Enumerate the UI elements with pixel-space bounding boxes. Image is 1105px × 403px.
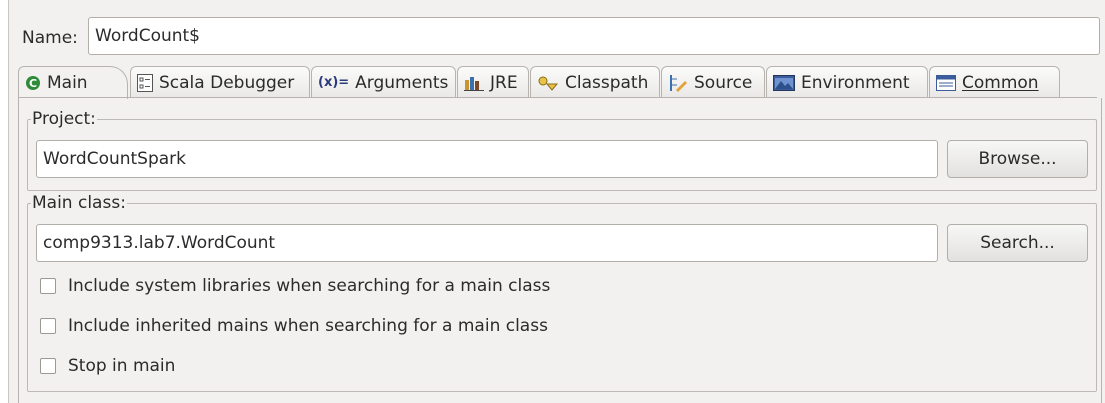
arguments-icon: (x)= [318,75,350,90]
tab-scala-debugger[interactable]: Scala Debugger [130,66,310,98]
tab-main-label: Main [47,73,88,93]
tab-environment[interactable]: Environment [766,66,928,98]
main-class-legend: Main class: [32,193,126,213]
checkbox-box[interactable] [40,358,56,374]
tab-scala-debugger-label: Scala Debugger [159,72,295,93]
name-label: Name: [22,28,78,48]
tab-environment-label: Environment [801,72,910,93]
debugger-icon [137,73,153,92]
tab-common[interactable]: Common [929,66,1060,98]
common-icon [936,74,956,91]
tab-arguments-label: Arguments [355,72,449,93]
project-field[interactable]: WordCountSpark [36,140,938,178]
tab-source-label: Source [694,72,753,93]
tab-source[interactable]: Source [661,66,765,98]
tab-arguments[interactable]: (x)= Arguments [311,66,456,98]
tab-jre-label: JRE [490,72,518,93]
checkbox-label: Include system libraries when searching … [68,276,551,296]
browse-button[interactable]: Browse... [947,140,1088,178]
tab-jre[interactable]: JRE [457,66,529,98]
source-icon [668,74,688,92]
include-system-libraries-checkbox[interactable]: Include system libraries when searching … [40,276,550,296]
stop-in-main-checkbox[interactable]: Stop in main [40,356,175,376]
tab-classpath-label: Classpath [565,72,649,93]
svg-text:C: C [29,77,37,90]
classpath-icon [537,75,559,91]
project-legend: Project: [32,109,96,129]
tab-bar: C Main Scala Debugger (x)= Arguments JRE… [18,66,1105,99]
include-inherited-mains-checkbox[interactable]: Include inherited mains when searching f… [40,316,548,336]
checkbox-box[interactable] [40,318,56,334]
name-field[interactable]: WordCount$ [88,17,1100,55]
main-class-icon: C [25,75,41,91]
tab-main[interactable]: C Main [18,66,128,99]
checkbox-label: Include inherited mains when searching f… [68,316,548,336]
environment-icon [773,74,795,91]
tab-classpath[interactable]: Classpath [530,66,660,98]
jre-icon [464,75,484,91]
checkbox-label: Stop in main [68,356,176,376]
main-class-field[interactable]: comp9313.lab7.WordCount [36,224,938,262]
checkbox-box[interactable] [40,278,56,294]
search-button[interactable]: Search... [947,224,1088,262]
tab-common-label: Common [962,72,1039,93]
